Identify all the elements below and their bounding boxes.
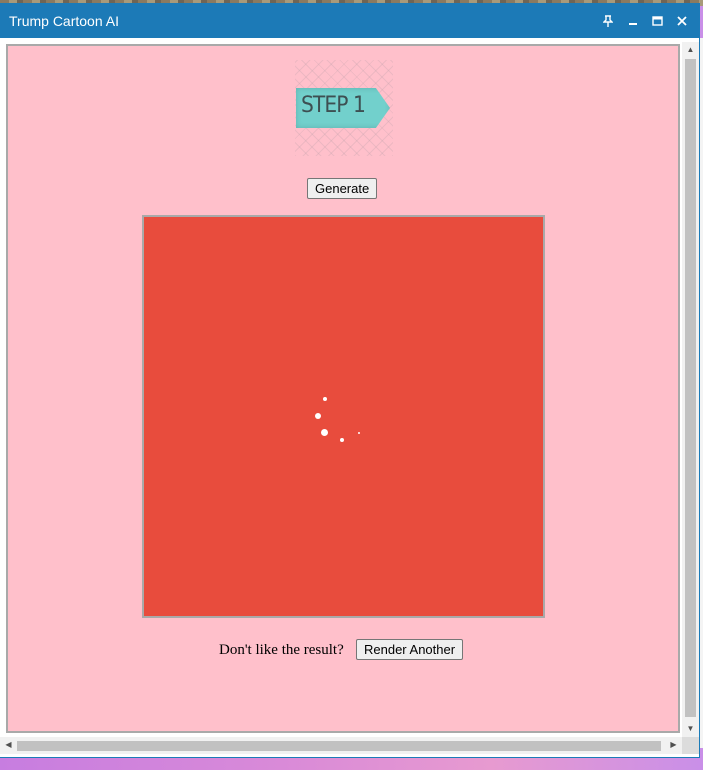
scroll-left-icon[interactable]: ◀: [0, 740, 17, 749]
window-title: Trump Cartoon AI: [9, 13, 119, 29]
vertical-scrollbar[interactable]: ▲ ▼: [682, 42, 699, 737]
background-window-edge: [699, 38, 703, 748]
title-bar[interactable]: Trump Cartoon AI: [0, 4, 699, 38]
horizontal-scroll-thumb[interactable]: [17, 741, 661, 751]
close-icon[interactable]: [671, 10, 693, 32]
step-label: STEP 1: [301, 93, 366, 118]
scrollbar-corner: [682, 737, 699, 754]
scroll-up-icon[interactable]: ▲: [682, 45, 699, 54]
spinner-dot: [323, 397, 327, 401]
pin-icon[interactable]: [597, 10, 619, 32]
maximize-icon[interactable]: [646, 10, 668, 32]
render-another-button[interactable]: Render Another: [356, 639, 464, 660]
result-canvas: [142, 215, 545, 618]
spinner-dot: [315, 413, 321, 419]
horizontal-scrollbar[interactable]: ◀ ▶: [0, 737, 682, 754]
step-badge-image: STEP 1: [295, 60, 393, 156]
scroll-down-icon[interactable]: ▼: [682, 724, 699, 733]
app-window: Trump Cartoon AI STEP 1 Generate Don't l…: [0, 4, 699, 757]
retry-prompt: Don't like the result?: [219, 642, 344, 658]
page-content: STEP 1 Generate Don't like the result? R…: [6, 44, 680, 733]
generate-button[interactable]: Generate: [307, 178, 378, 199]
spinner-dot: [358, 432, 360, 434]
minimize-icon[interactable]: [622, 10, 644, 32]
spinner-dot: [340, 438, 344, 442]
scroll-right-icon[interactable]: ▶: [665, 740, 682, 749]
vertical-scroll-thumb[interactable]: [685, 59, 696, 717]
spinner-dot: [321, 429, 328, 436]
